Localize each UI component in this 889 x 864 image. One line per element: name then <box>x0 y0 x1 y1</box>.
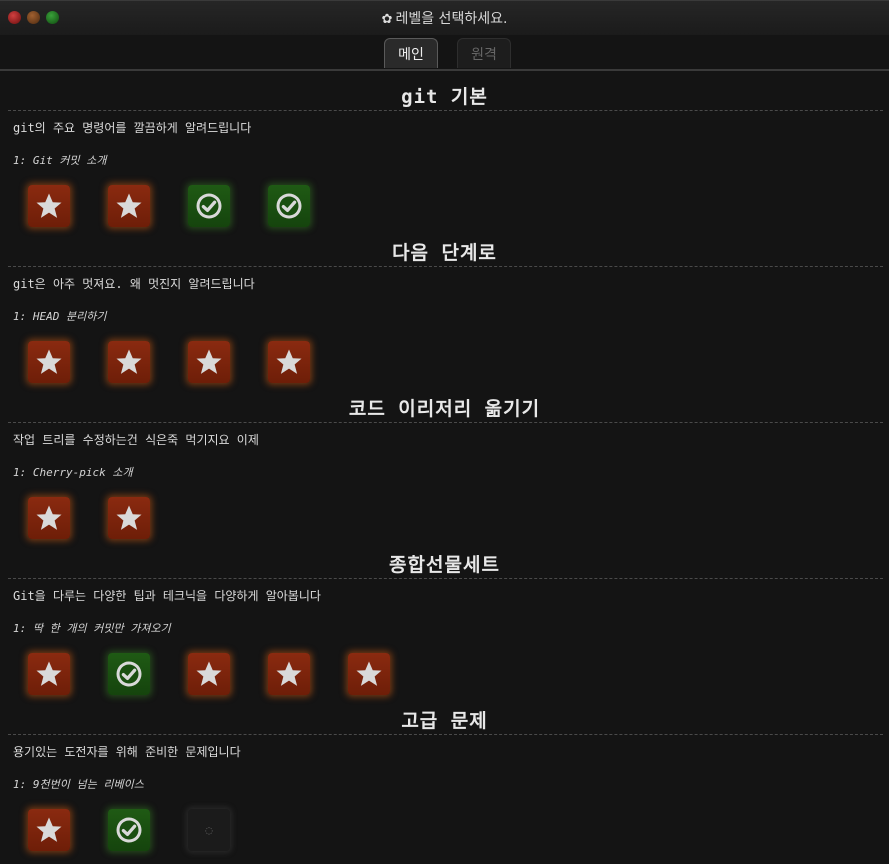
level-button-star[interactable] <box>28 341 70 383</box>
level-button-star[interactable] <box>108 341 150 383</box>
checkmark-icon <box>116 817 142 843</box>
section-description: git의 주요 명령어를 깔끔하게 알려드립니다 <box>13 121 252 135</box>
star-icon <box>196 661 222 686</box>
level-button-star[interactable] <box>28 809 70 851</box>
level-button-star[interactable] <box>108 497 150 539</box>
level-icons: ◌ <box>28 809 230 851</box>
star-icon <box>36 349 62 374</box>
star-icon <box>36 661 62 686</box>
level-button-star[interactable] <box>268 653 310 695</box>
level-button-star[interactable] <box>188 653 230 695</box>
section-level-label: 1: 9천번이 넘는 리베이스 <box>13 778 144 791</box>
level-section: 다음 단계로 git은 아주 멋져요. 왜 멋진지 알려드립니다 1: HEAD 분… <box>0 234 889 390</box>
star-icon <box>36 817 62 842</box>
level-button-star[interactable] <box>28 653 70 695</box>
level-section: 고급 문제용기있는 도전자를 위해 준비한 문제입니다 1: 9천번이 넘는 리베… <box>0 702 889 858</box>
section-title: 고급 문제 <box>401 710 488 732</box>
level-button-locked[interactable]: ◌ <box>188 809 230 851</box>
section-title: 종합선물세트 <box>389 554 500 576</box>
section-divider <box>8 734 883 735</box>
star-icon <box>276 349 302 374</box>
window-title: 레벨을 선택하세요. <box>395 11 508 27</box>
level-section: git 기본 git의 주요 명령어를 깔끔하게 알려드립니다 1: Git 커밋 … <box>0 78 889 234</box>
window-titlebar: ✿ 레벨을 선택하세요. <box>0 0 889 35</box>
level-icons <box>28 185 310 227</box>
star-icon <box>276 661 302 686</box>
section-title: 코드 이리저리 옮기기 <box>348 398 541 420</box>
level-icons <box>28 497 150 539</box>
section-description: git은 아주 멋져요. 왜 멋진지 알려드립니다 <box>13 277 255 291</box>
star-icon <box>196 349 222 374</box>
level-button-completed[interactable] <box>268 185 310 227</box>
star-icon <box>36 505 62 530</box>
section-description: Git을 다루는 다양한 팁과 테크닉을 다양하게 알아봅니다 <box>13 589 321 603</box>
star-icon <box>116 505 142 530</box>
star-icon <box>116 349 142 374</box>
section-divider <box>8 110 883 111</box>
tab-remote[interactable]: 원격 <box>457 38 511 68</box>
level-button-star[interactable] <box>348 653 390 695</box>
level-button-star[interactable] <box>268 341 310 383</box>
section-level-label: 1: Git 커밋 소개 <box>13 154 107 167</box>
section-divider <box>8 422 883 423</box>
loading-icon: ◌ <box>205 823 213 837</box>
checkmark-icon <box>196 193 222 219</box>
section-description: 용기있는 도전자를 위해 준비한 문제입니다 <box>13 745 241 759</box>
level-button-completed[interactable] <box>108 653 150 695</box>
level-button-completed[interactable] <box>108 809 150 851</box>
window-title-area: ✿ 레벨을 선택하세요. <box>0 8 889 28</box>
tab-bar: 메인 원격 <box>0 38 889 71</box>
level-icons <box>28 653 390 695</box>
level-button-star[interactable] <box>28 497 70 539</box>
level-sections: git 기본 git의 주요 명령어를 깔끔하게 알려드립니다 1: Git 커밋 … <box>0 78 889 858</box>
level-button-completed[interactable] <box>188 185 230 227</box>
section-level-label: 1: HEAD 분리하기 <box>13 310 107 323</box>
level-section: 코드 이리저리 옮기기작업 트리를 수정하는건 식은죽 먹기지요 이제 1: Ch… <box>0 390 889 546</box>
section-divider <box>8 266 883 267</box>
section-divider <box>8 578 883 579</box>
section-description: 작업 트리를 수정하는건 식은죽 먹기지요 이제 <box>13 433 259 447</box>
gear-icon: ✿ <box>381 12 393 27</box>
checkmark-icon <box>116 661 142 687</box>
tab-main[interactable]: 메인 <box>384 38 438 68</box>
level-button-star[interactable] <box>28 185 70 227</box>
level-button-star[interactable] <box>108 185 150 227</box>
section-title: git 기본 <box>401 86 488 108</box>
level-icons <box>28 341 310 383</box>
star-icon <box>116 193 142 218</box>
star-icon <box>356 661 382 686</box>
level-section: 종합선물세트 Git을 다루는 다양한 팁과 테크닉을 다양하게 알아봅니다 1: … <box>0 546 889 702</box>
section-level-label: 1: 딱 한 개의 커밋만 가져오기 <box>13 622 171 635</box>
level-button-star[interactable] <box>188 341 230 383</box>
checkmark-icon <box>276 193 302 219</box>
section-level-label: 1: Cherry-pick 소개 <box>13 466 133 479</box>
star-icon <box>36 193 62 218</box>
section-title: 다음 단계로 <box>392 242 497 264</box>
